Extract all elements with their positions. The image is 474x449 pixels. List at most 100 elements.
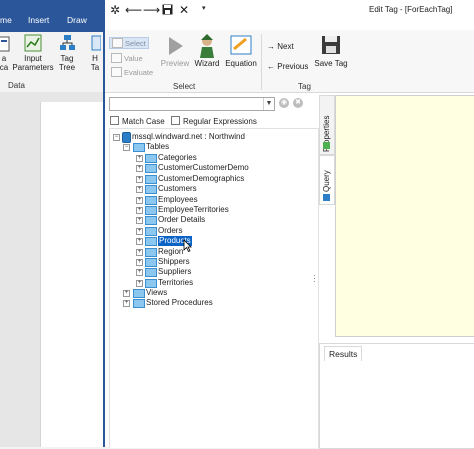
bg-tag-label2: Ta [90, 63, 100, 72]
table-label: EmployeeTerritories [158, 205, 229, 214]
left-arrow-icon: ← [267, 62, 278, 71]
expand-icon[interactable]: + [136, 249, 143, 256]
undo-arrow-icon[interactable]: ⟵ [125, 3, 142, 17]
preview-label: Preview [160, 59, 190, 68]
bg-input-parameters-button[interactable]: Input Parameters [12, 34, 54, 72]
properties-icon [323, 142, 330, 149]
bg-tab-draw[interactable]: Draw [67, 15, 87, 25]
splitter-handle[interactable]: · · · [313, 272, 316, 286]
chevron-down-icon[interactable]: ▼ [263, 98, 274, 110]
equation-label: Equation [225, 59, 257, 68]
select-mode-item[interactable]: Select [109, 37, 149, 49]
tab-query[interactable]: Query [319, 155, 335, 205]
regex-label: Regular Expressions [183, 117, 257, 126]
table-icon [145, 154, 157, 163]
table-label: Order Details [158, 215, 206, 224]
tree-node-table[interactable]: + CustomerCustomerDemo [110, 163, 310, 173]
tree-node-table-selected[interactable]: + Products [110, 236, 310, 252]
expand-icon[interactable]: + [136, 197, 143, 204]
preview-button[interactable]: Preview [160, 34, 190, 68]
query-tab-label: Query [322, 170, 331, 192]
expand-icon[interactable]: + [136, 155, 143, 162]
evaluate-mode-label: Evaluate [124, 68, 154, 77]
tree-node-table[interactable]: + Orders [110, 226, 310, 236]
table-icon [145, 164, 157, 173]
next-button[interactable]: → Next [267, 42, 294, 51]
tree-node-table[interactable]: + Shippers [110, 257, 310, 267]
database-icon [122, 132, 131, 143]
expand-icon[interactable]: + [136, 165, 143, 172]
tree-node-table[interactable]: + Categories [110, 153, 310, 163]
tree-node-table[interactable]: + Territories [110, 278, 310, 288]
tag-group-label: Tag [298, 82, 311, 91]
match-case-label: Match Case [122, 117, 165, 126]
bg-tab-home[interactable]: me [0, 15, 12, 25]
regex-checkbox[interactable]: Regular Expressions [171, 116, 257, 126]
query-editor[interactable] [335, 95, 474, 337]
redo-arrow-icon[interactable]: ⟶ [143, 3, 160, 17]
match-case-box[interactable] [110, 116, 119, 125]
background-document-page[interactable] [40, 102, 104, 447]
table-label: Orders [158, 226, 183, 235]
close-icon[interactable]: ✕ [179, 3, 189, 17]
expand-icon[interactable]: + [123, 300, 130, 307]
bg-tab-insert[interactable]: Insert [28, 15, 49, 25]
expand-icon[interactable]: + [136, 228, 143, 235]
collapse-icon[interactable]: − [113, 134, 120, 141]
connection-label: mssql.windward.net : Northwind [132, 132, 245, 141]
expand-icon[interactable]: + [136, 280, 143, 287]
expand-icon[interactable]: + [136, 207, 143, 214]
find-next-icon[interactable]: ◉ [279, 98, 289, 108]
search-combo[interactable]: ▼ [109, 97, 275, 111]
bg-input-label1: Input [24, 54, 42, 63]
tree-node-table[interactable]: + CustomerDemographics [110, 174, 310, 184]
bg-form-button[interactable]: a ca [0, 34, 11, 72]
select-mode-label: Select [125, 39, 146, 48]
wizard-button[interactable]: Wizard [192, 34, 222, 68]
expand-icon[interactable]: + [123, 290, 130, 297]
table-label: Suppliers [158, 267, 192, 276]
expand-icon[interactable]: + [136, 217, 143, 224]
match-case-checkbox[interactable]: Match Case [110, 116, 165, 126]
tree-node-table[interactable]: + EmployeeTerritories [110, 205, 310, 215]
gear-icon[interactable]: ✲ [110, 3, 120, 17]
tab-properties[interactable]: Properties [319, 95, 335, 155]
evaluate-mode-item[interactable]: Evaluate [111, 67, 153, 77]
previous-button[interactable]: ← Previous [267, 62, 308, 71]
tree-node-table[interactable]: + Suppliers [110, 267, 310, 277]
data-tree: − mssql.windward.net : Northwind − Table… [109, 128, 319, 448]
clear-search-icon[interactable]: ✖ [293, 98, 303, 108]
tree-node-table[interactable]: + Order Details [110, 215, 310, 225]
tab-results[interactable]: Results [324, 346, 363, 361]
collapse-icon[interactable]: − [123, 144, 130, 151]
bg-tag-tree-button[interactable]: Tag Tree [56, 34, 78, 72]
tree-node-table[interactable]: + Customers [110, 184, 310, 194]
next-label: Next [277, 42, 294, 51]
bg-tag-label1: H [92, 54, 98, 63]
table-icon [145, 227, 157, 236]
folder-procedure-icon [133, 299, 145, 308]
right-arrow-icon: → [267, 42, 278, 51]
regex-box[interactable] [171, 116, 180, 125]
bg-tag-button[interactable]: H Ta [88, 34, 102, 72]
tree-node-table[interactable]: + Employees [110, 195, 310, 205]
equation-button[interactable]: Equation [223, 34, 259, 68]
bg-form-label2: ca [0, 63, 9, 72]
tables-label: Tables [146, 142, 170, 151]
expand-icon[interactable]: + [136, 186, 143, 193]
expand-icon[interactable]: + [136, 269, 143, 276]
background-ribbon: a ca Input Parameters Tag Tree H Ta Data [0, 32, 103, 93]
expand-icon[interactable]: + [136, 259, 143, 266]
background-document-area [0, 92, 104, 447]
save-tag-button[interactable]: Save Tag [313, 34, 349, 68]
save-icon[interactable] [162, 4, 173, 18]
ribbon-separator [261, 34, 262, 90]
select-group-label: Select [173, 82, 196, 91]
customize-icon[interactable]: ▾ [202, 2, 206, 16]
table-icon [145, 185, 157, 194]
bg-group-data: Data [8, 81, 25, 90]
tree-node-table[interactable]: + Region [110, 247, 310, 257]
expand-icon[interactable]: + [136, 176, 143, 183]
expand-icon[interactable]: + [136, 238, 143, 245]
value-mode-item[interactable]: Value [111, 53, 143, 63]
